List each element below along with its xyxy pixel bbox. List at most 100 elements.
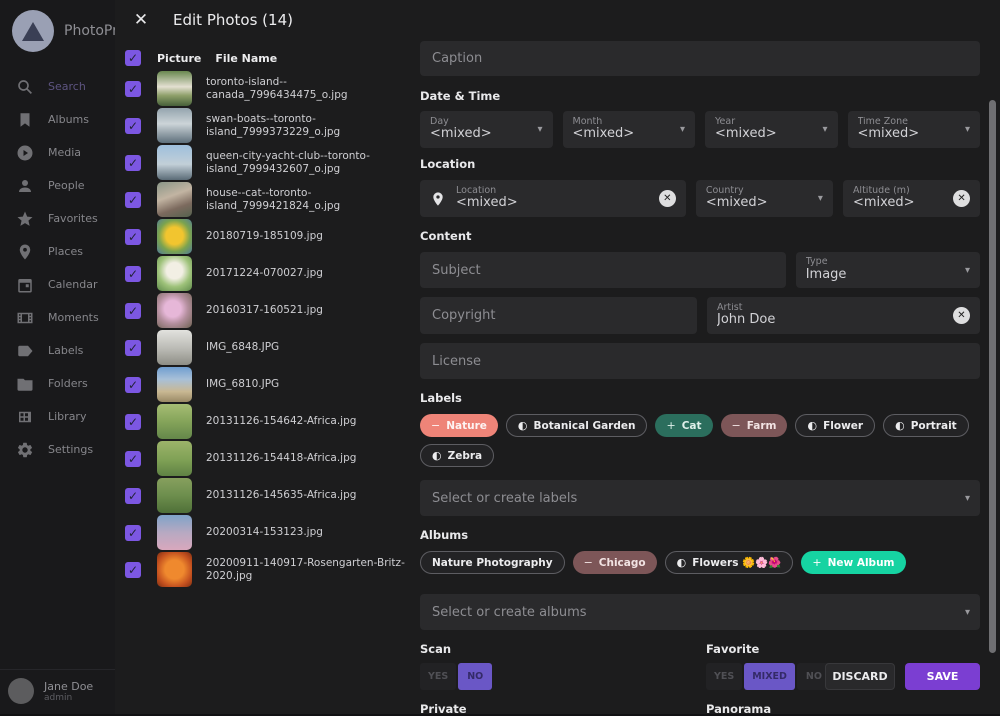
- photo-thumbnail[interactable]: [157, 478, 192, 513]
- subject-input[interactable]: [420, 252, 786, 288]
- row-checkbox[interactable]: ✓: [125, 81, 141, 97]
- year-select[interactable]: Year<mixed> ▾: [705, 111, 838, 148]
- select-all-checkbox[interactable]: ✓: [125, 50, 141, 66]
- photo-thumbnail[interactable]: [157, 219, 192, 254]
- chip-label: Zebra: [448, 450, 483, 462]
- close-icon[interactable]: ✕: [129, 10, 153, 30]
- photo-thumbnail[interactable]: [157, 367, 192, 402]
- favorite-yes-button[interactable]: YES: [706, 663, 742, 690]
- label-chip[interactable]: ◐Flower: [795, 414, 875, 437]
- sidebar-item-media[interactable]: Media: [0, 136, 115, 169]
- label-chip[interactable]: ◐Zebra: [420, 444, 494, 467]
- photo-thumbnail[interactable]: [157, 441, 192, 476]
- row-checkbox[interactable]: ✓: [125, 266, 141, 282]
- label-chip[interactable]: ◐Portrait: [883, 414, 969, 437]
- page-title: Edit Photos (14): [173, 11, 293, 29]
- row-checkbox[interactable]: ✓: [125, 488, 141, 504]
- photo-thumbnail[interactable]: [157, 552, 192, 587]
- table-row: ✓IMG_6810.JPG: [125, 366, 420, 403]
- clear-icon[interactable]: ✕: [953, 190, 970, 207]
- altitude-field[interactable]: Altitude (m)<mixed> ✕: [843, 180, 980, 217]
- country-select[interactable]: Country<mixed> ▾: [696, 180, 833, 217]
- save-button[interactable]: SAVE: [905, 663, 980, 690]
- albums-combobox[interactable]: ▾: [420, 594, 980, 630]
- license-input[interactable]: [420, 343, 980, 379]
- month-select[interactable]: Month<mixed> ▾: [563, 111, 696, 148]
- sidebar-item-places[interactable]: Places: [0, 235, 115, 268]
- timezone-select[interactable]: Time Zone<mixed> ▾: [848, 111, 981, 148]
- photo-thumbnail[interactable]: [157, 256, 192, 291]
- film-icon: [16, 309, 34, 327]
- sidebar-item-settings[interactable]: Settings: [0, 433, 115, 466]
- gear-icon: [16, 441, 34, 459]
- row-checkbox[interactable]: ✓: [125, 562, 141, 578]
- labels-combobox-input[interactable]: [420, 481, 959, 515]
- row-checkbox[interactable]: ✓: [125, 451, 141, 467]
- sidebar-item-label: Favorites: [48, 212, 98, 225]
- copyright-input[interactable]: [420, 297, 697, 334]
- row-checkbox[interactable]: ✓: [125, 525, 141, 541]
- table-row: ✓20131126-154418-Africa.jpg: [125, 440, 420, 477]
- sidebar-item-folders[interactable]: Folders: [0, 367, 115, 400]
- row-checkbox[interactable]: ✓: [125, 229, 141, 245]
- album-chip[interactable]: Nature Photography: [420, 551, 565, 574]
- label-chip[interactable]: ◐Botanical Garden: [506, 414, 648, 437]
- clear-icon[interactable]: ✕: [659, 190, 676, 207]
- user-block[interactable]: Jane Doe admin: [0, 669, 115, 714]
- label-chip[interactable]: +Cat: [655, 414, 712, 437]
- sidebar-item-albums[interactable]: Albums: [0, 103, 115, 136]
- app-logo[interactable]: PhotoPrism: [0, 0, 115, 62]
- sidebar-item-label: Albums: [48, 113, 89, 126]
- sidebar-item-people[interactable]: People: [0, 169, 115, 202]
- half-circle-icon: ◐: [677, 556, 687, 569]
- labels-combobox[interactable]: ▾: [420, 480, 980, 516]
- location-field[interactable]: Location<mixed> ✕: [420, 180, 686, 217]
- file-name: 20200911-140917-Rosengarten-Britz-2020.j…: [206, 557, 418, 583]
- row-checkbox[interactable]: ✓: [125, 377, 141, 393]
- photo-thumbnail[interactable]: [157, 182, 192, 217]
- sidebar-item-moments[interactable]: Moments: [0, 301, 115, 334]
- photo-thumbnail[interactable]: [157, 404, 192, 439]
- file-name: 20160317-160521.jpg: [206, 304, 418, 317]
- table-row: ✓ 20160317-160521.jpg: [125, 292, 420, 329]
- favorite-toggle: YESMIXEDNO: [706, 663, 831, 690]
- sidebar-item-label: Moments: [48, 311, 99, 324]
- caption-input[interactable]: [420, 41, 980, 76]
- day-select[interactable]: Day<mixed> ▾: [420, 111, 553, 148]
- star-icon: [16, 210, 34, 228]
- albums-combobox-input[interactable]: [420, 595, 959, 629]
- label-chip[interactable]: −Nature: [420, 414, 498, 437]
- scan-no-button[interactable]: NO: [458, 663, 492, 690]
- new-album-button[interactable]: +New Album: [801, 551, 905, 574]
- scrollbar-thumb[interactable]: [989, 100, 996, 653]
- sidebar-item-favorites[interactable]: Favorites: [0, 202, 115, 235]
- photo-thumbnail[interactable]: [157, 515, 192, 550]
- artist-field[interactable]: ArtistJohn Doe ✕: [707, 297, 980, 334]
- row-checkbox[interactable]: ✓: [125, 192, 141, 208]
- row-checkbox[interactable]: ✓: [125, 303, 141, 319]
- photo-thumbnail[interactable]: [157, 71, 192, 106]
- table-row: ✓20131126-154642-Africa.jpg: [125, 403, 420, 440]
- sidebar-item-labels[interactable]: Labels: [0, 334, 115, 367]
- row-checkbox[interactable]: ✓: [125, 155, 141, 171]
- type-select[interactable]: TypeImage ▾: [796, 252, 980, 288]
- chip-label: Chicago: [599, 557, 646, 569]
- sidebar-item-calendar[interactable]: Calendar: [0, 268, 115, 301]
- row-checkbox[interactable]: ✓: [125, 118, 141, 134]
- label-chip[interactable]: −Farm: [721, 414, 788, 437]
- sidebar-item-library[interactable]: Library: [0, 400, 115, 433]
- table-row: ✓IMG_6848.JPG: [125, 329, 420, 366]
- album-chip[interactable]: ◐Flowers 🌼🌸🌺: [665, 551, 794, 574]
- photo-thumbnail[interactable]: [157, 330, 192, 365]
- photo-thumbnail[interactable]: [157, 108, 192, 143]
- favorite-mixed-button[interactable]: MIXED: [744, 663, 795, 690]
- photo-thumbnail[interactable]: [157, 145, 192, 180]
- photo-thumbnail[interactable]: [157, 293, 192, 328]
- album-chip[interactable]: −Chicago: [573, 551, 657, 574]
- row-checkbox[interactable]: ✓: [125, 414, 141, 430]
- clear-icon[interactable]: ✕: [953, 307, 970, 324]
- row-checkbox[interactable]: ✓: [125, 340, 141, 356]
- discard-button[interactable]: DISCARD: [825, 663, 895, 690]
- scan-yes-button[interactable]: YES: [420, 663, 456, 690]
- sidebar-item-search[interactable]: Search: [0, 70, 115, 103]
